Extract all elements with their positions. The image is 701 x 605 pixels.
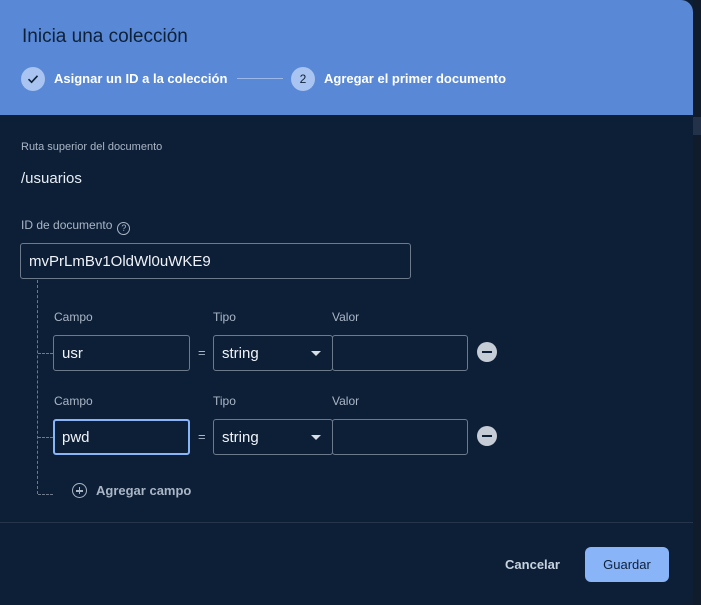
tree-line-add <box>38 494 53 495</box>
field-1-valor-label: Valor <box>332 310 360 324</box>
field-1-name-input[interactable]: usr <box>53 335 190 371</box>
chevron-down-icon <box>311 351 321 356</box>
add-field-label: Agregar campo <box>96 483 192 498</box>
help-circle-icon[interactable]: ? <box>117 222 131 235</box>
tree-line-field-1 <box>38 353 53 354</box>
tree-line-vertical <box>37 280 38 494</box>
document-id-label-row: ID de documento? <box>21 218 131 235</box>
footer-divider <box>0 522 693 523</box>
step-connector <box>237 78 283 79</box>
dialog-title: Inicia una colección <box>22 26 188 47</box>
add-field-button[interactable]: Agregar campo <box>72 483 191 498</box>
field-1-value-input[interactable] <box>332 335 468 371</box>
document-id-input[interactable]: mvPrLmBv1OldWl0uWKE9 <box>20 243 411 279</box>
field-2-name-input[interactable]: pwd <box>53 419 190 455</box>
background-scrollbar <box>693 117 701 135</box>
field-2-name-value: pwd <box>62 428 90 446</box>
step-1-label: Asignar un ID a la colección <box>54 71 228 86</box>
start-collection-dialog: Inicia una colección Asignar un ID a la … <box>0 0 693 605</box>
field-1-tipo-label: Tipo <box>213 310 236 324</box>
field-2-equals: = <box>198 429 206 444</box>
parent-path-value: /usuarios <box>21 170 82 187</box>
field-1-name-value: usr <box>62 344 83 362</box>
remove-circle-icon[interactable] <box>477 426 497 446</box>
cancel-button[interactable]: Cancelar <box>495 549 570 579</box>
step-1: Asignar un ID a la colección <box>21 66 227 91</box>
field-1-equals: = <box>198 345 206 360</box>
tree-line-field-2 <box>38 437 53 438</box>
step-2-number: 2 <box>291 66 315 91</box>
field-1-type-value: string <box>222 344 259 362</box>
step-2: 2 Agregar el primer documento <box>291 66 506 91</box>
dialog-header: Inicia una colección Asignar un ID a la … <box>0 0 693 115</box>
field-1-type-select[interactable]: string <box>213 335 333 371</box>
remove-circle-icon[interactable] <box>477 342 497 362</box>
background-page-edge <box>693 0 701 605</box>
document-id-label: ID de documento <box>21 218 113 232</box>
save-button[interactable]: Guardar <box>585 547 669 582</box>
parent-path-label: Ruta superior del documento <box>21 141 163 153</box>
add-circle-icon <box>72 483 87 498</box>
field-2-type-value: string <box>222 428 259 446</box>
field-2-valor-label: Valor <box>332 394 360 408</box>
field-2-tipo-label: Tipo <box>213 394 236 408</box>
field-1-campo-label: Campo <box>54 310 93 324</box>
document-id-value: mvPrLmBv1OldWl0uWKE9 <box>29 252 211 270</box>
field-2-value-input[interactable] <box>332 419 468 455</box>
chevron-down-icon <box>311 435 321 440</box>
step-2-label: Agregar el primer documento <box>324 71 507 86</box>
field-2-campo-label: Campo <box>54 394 93 408</box>
field-2-type-select[interactable]: string <box>213 419 333 455</box>
check-icon <box>21 66 45 91</box>
